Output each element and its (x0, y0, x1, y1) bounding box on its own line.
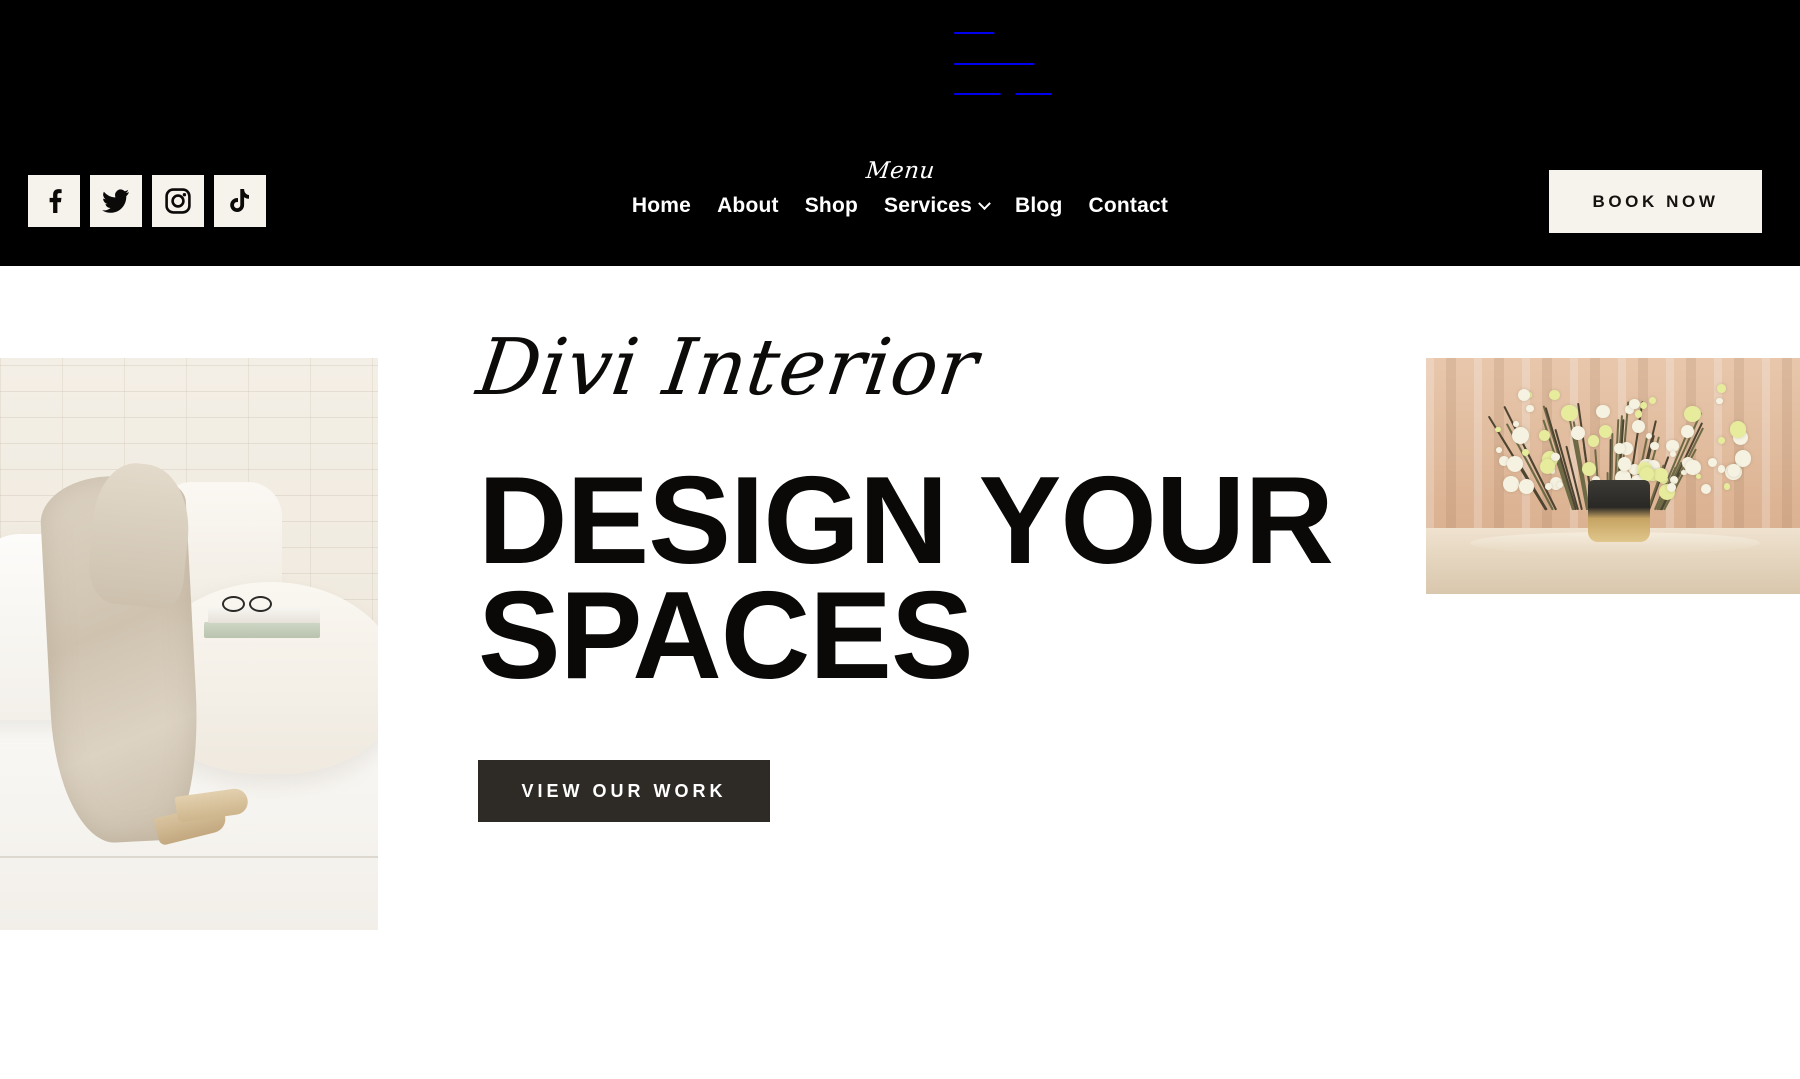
nav-item-blog[interactable]: Blog (1015, 194, 1062, 218)
book-now-button[interactable]: BOOK NOW (1549, 170, 1762, 233)
hero-headline-line-2: SPACES (478, 567, 974, 706)
nav-item-shop[interactable]: Shop (805, 194, 858, 218)
nav-item-home[interactable]: Home (632, 194, 691, 218)
nav-item-about-label: About (717, 194, 779, 217)
nav-item-blog-label: Blog (1015, 194, 1063, 217)
hero-headline: DESIGN YOUR SPACES (478, 459, 1528, 698)
nav-item-about[interactable]: About (717, 194, 779, 218)
eyeglasses (222, 596, 272, 612)
hero-copy: Divi Interior DESIGN YOUR SPACES VIEW OU… (472, 323, 1528, 823)
site-header: divi interior designer Menu Home About S… (0, 0, 1800, 266)
nav-item-home-label: Home (631, 194, 692, 217)
view-our-work-button[interactable]: VIEW OUR WORK (478, 760, 770, 823)
primary-navigation: Menu Home About Shop Services Blog Conta… (0, 158, 1800, 218)
logo-line-2: interior (954, 39, 1035, 67)
site-logo[interactable]: divi interior designer (748, 2, 1052, 118)
logo-line-1: divi (954, 9, 995, 36)
floor-line (0, 856, 378, 858)
nav-item-contact-label: Contact (1088, 194, 1169, 217)
nav-item-services-label: Services (884, 194, 973, 217)
nav-item-shop-label: Shop (804, 194, 859, 217)
vase (1588, 480, 1650, 542)
hero-image-left: Cream curved sofa with linen throw, book… (0, 358, 378, 930)
hero-section: Cream curved sofa with linen throw, book… (0, 266, 1800, 1079)
logo-container: divi interior designer (0, 0, 1800, 130)
nav-menu-label: Menu (864, 158, 936, 184)
chevron-down-icon (978, 196, 991, 210)
nav-item-contact[interactable]: Contact (1089, 194, 1169, 218)
hero-script-title: Divi Interior (471, 323, 984, 413)
book-green (204, 622, 320, 638)
nav-links: Home About Shop Services Blog Contact (632, 194, 1168, 218)
nav-item-services[interactable]: Services (884, 194, 991, 218)
logo-wordmark: divi interior designer (954, 8, 1052, 100)
logo-line-3: designer (954, 70, 1052, 98)
di-logo-icon (748, 2, 945, 118)
